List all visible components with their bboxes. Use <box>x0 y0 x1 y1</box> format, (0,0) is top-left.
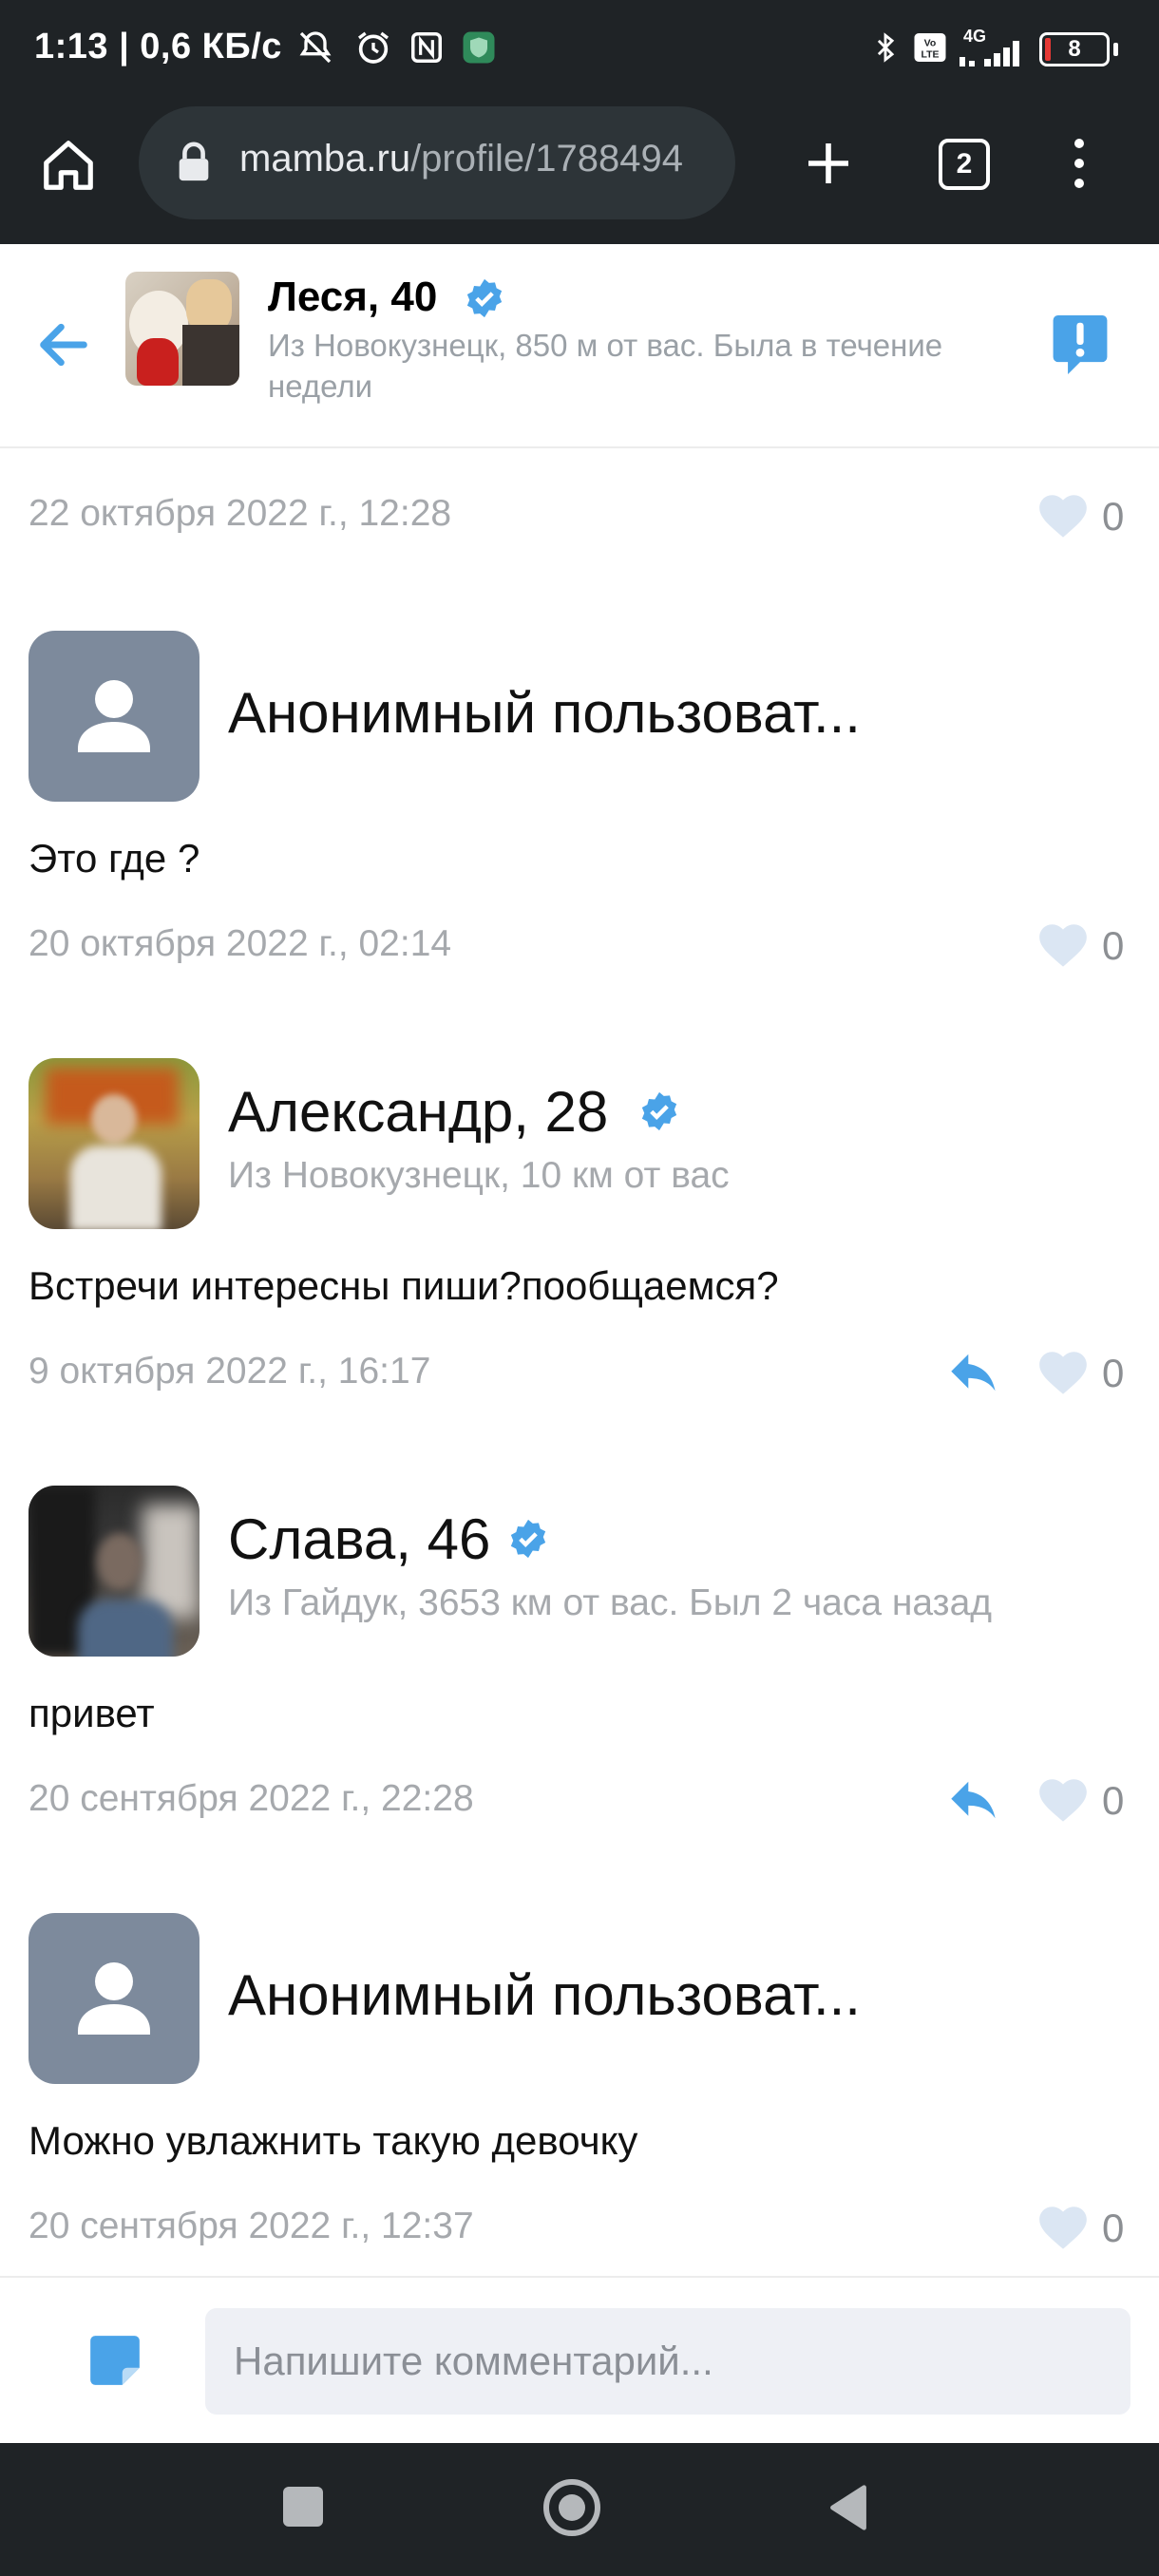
post-like-count: 0 <box>1102 494 1125 539</box>
status-bar: 1:13 | 0,6 КБ/с Vo LTE 4G 8 <box>0 0 1159 100</box>
home-icon[interactable] <box>34 131 103 199</box>
profile-avatar[interactable] <box>125 272 239 386</box>
comment-author-location: Из Гайдук, 3653 км от вас. Был 2 часа на… <box>228 1582 993 1623</box>
anon-avatar[interactable] <box>28 1913 200 2084</box>
verified-icon <box>464 277 505 319</box>
nfc-icon <box>405 28 448 66</box>
back-arrow-icon[interactable] <box>30 312 97 378</box>
vpn-shield-icon <box>460 28 498 66</box>
anon-avatar[interactable] <box>28 631 200 802</box>
comment-like-count: 0 <box>1102 923 1125 968</box>
comment-author[interactable]: Анонимный пользоват... <box>228 1962 861 2028</box>
comment-text: Можно увлажнить такую девочку <box>28 2118 638 2163</box>
user-avatar[interactable] <box>28 1486 200 1657</box>
person-icon <box>78 680 150 752</box>
heart-icon[interactable] <box>1036 919 1091 969</box>
post-date: 22 октября 2022 г., 12:28 <box>28 493 452 534</box>
comment-author[interactable]: Анонимный пользоват... <box>228 680 861 746</box>
profile-name: Леся, 40 <box>268 274 437 321</box>
plus-icon <box>808 143 848 183</box>
reply-icon[interactable] <box>946 1347 1005 1398</box>
status-time: 1:13 | 0,6 КБ/с <box>34 27 282 66</box>
signal-icon: 4G <box>958 27 1028 68</box>
comment-date: 9 октября 2022 г., 16:17 <box>28 1351 431 1392</box>
sticker-icon[interactable] <box>86 2331 144 2390</box>
battery-icon: 8 <box>1039 32 1110 66</box>
reply-icon[interactable] <box>946 1774 1005 1826</box>
lock-icon <box>175 141 213 184</box>
volte-icon: Vo LTE <box>910 28 950 66</box>
nav-circle-icon[interactable] <box>543 2479 600 2536</box>
profile-name-text: Леся, 40 <box>268 274 438 320</box>
profile-subtitle: Из Новокузнецк, 850 м от вас. Была в теч… <box>268 328 943 404</box>
verified-icon <box>507 1518 549 1560</box>
battery-level: 8 <box>1068 36 1081 62</box>
heart-icon[interactable] <box>1036 2202 1091 2251</box>
new-tab-button[interactable] <box>798 133 859 194</box>
comment-input[interactable] <box>205 2308 1130 2415</box>
verified-icon <box>638 1090 680 1132</box>
nav-square-icon[interactable] <box>283 2487 323 2527</box>
tab-count: 2 <box>956 148 973 180</box>
report-icon[interactable] <box>1051 310 1110 380</box>
heart-icon[interactable] <box>1036 1347 1091 1396</box>
heart-icon[interactable] <box>1036 490 1091 540</box>
url-host: mamba.ru <box>239 138 411 180</box>
comment-date: 20 октября 2022 г., 02:14 <box>28 923 452 964</box>
person-icon <box>78 1962 150 2035</box>
mute-icon <box>291 28 340 66</box>
comment-date: 20 сентября 2022 г., 22:28 <box>28 1778 474 1819</box>
comment-date: 20 сентября 2022 г., 12:37 <box>28 2206 474 2246</box>
nav-back-icon[interactable] <box>825 2483 872 2532</box>
comment-author-location: Из Новокузнецк, 10 км от вас <box>228 1155 730 1196</box>
tabs-button[interactable]: 2 <box>939 139 990 190</box>
comment-author[interactable]: Слава, 46 <box>228 1506 490 1572</box>
comment-text: Встречи интересны пиши?пообщаемся? <box>28 1263 779 1308</box>
comment-text: Это где ? <box>28 836 200 881</box>
bluetooth-icon <box>866 28 904 66</box>
svg-text:Vo: Vo <box>924 38 937 49</box>
comment-text: привет <box>28 1691 155 1735</box>
url-text[interactable]: mamba.ru/profile/1788494 <box>239 138 714 180</box>
comment-like-count: 0 <box>1102 1351 1125 1395</box>
heart-icon[interactable] <box>1036 1774 1091 1824</box>
menu-dots-icon[interactable] <box>1064 133 1094 194</box>
comment-like-count: 0 <box>1102 1778 1125 1823</box>
user-avatar[interactable] <box>28 1058 200 1229</box>
alarm-icon <box>350 28 397 66</box>
svg-text:LTE: LTE <box>921 49 939 61</box>
comment-author[interactable]: Александр, 28 <box>228 1079 608 1145</box>
comment-like-count: 0 <box>1102 2206 1125 2250</box>
url-path: /profile/1788494 <box>410 138 683 180</box>
